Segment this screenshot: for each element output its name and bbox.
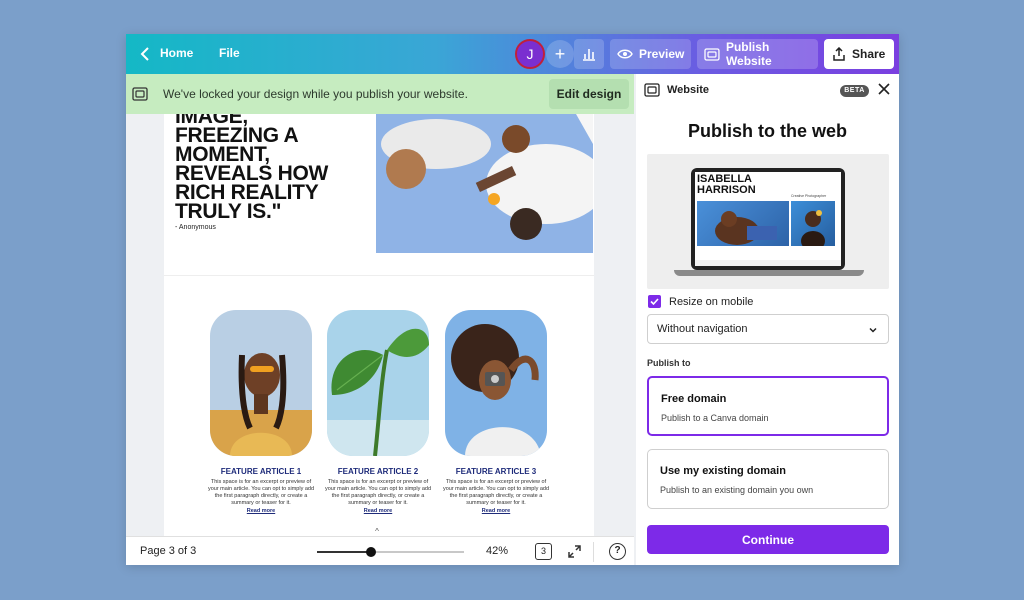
beta-badge: BETA	[840, 85, 869, 97]
preview-site-name: ISABELLA HARRISON	[697, 173, 756, 196]
website-icon	[704, 47, 720, 61]
preview-footer	[695, 260, 841, 266]
publish-website-label: Publish Website	[725, 40, 772, 68]
laptop-mockup: ISABELLA HARRISON Creative Photographer	[691, 168, 845, 270]
preview-button[interactable]: Preview	[610, 39, 691, 69]
page-indicator: Page 3 of 3	[140, 545, 197, 557]
preview-site-subtitle: Creative Photographer	[791, 194, 827, 198]
resize-on-mobile-option[interactable]: Resize on mobile	[648, 295, 753, 308]
upload-icon	[833, 47, 845, 61]
quote-text: IMAGE, FREEZING A MOMENT, REVEALS HOW RI…	[175, 114, 329, 223]
bottom-status-bar: Page 3 of 3 42% 3 ?	[126, 536, 634, 565]
feature-card-description: This space is for an excerpt or preview …	[207, 479, 315, 506]
zoom-slider[interactable]	[317, 547, 464, 557]
option-subtitle: Publish to an existing domain you own	[660, 485, 814, 495]
preview-label: Preview	[639, 47, 685, 61]
feature-card-image	[327, 310, 429, 456]
existing-domain-option[interactable]: Use my existing domain Publish to an exi…	[647, 449, 889, 509]
insights-button[interactable]	[574, 39, 604, 69]
website-icon	[644, 83, 660, 97]
feature-card-image	[210, 310, 312, 456]
zoom-slider-fill	[317, 551, 372, 553]
preview-photo	[697, 201, 789, 246]
resize-checkbox[interactable]	[648, 295, 661, 308]
feature-card-title: FEATURE ARTICLE 3	[455, 467, 537, 476]
canva-editor-window: Home File J + Preview Publish Website Sh…	[126, 34, 899, 565]
laptop-base	[674, 270, 864, 276]
navigation-value: Without navigation	[657, 323, 748, 335]
share-button[interactable]: Share	[824, 39, 894, 69]
share-label: Share	[852, 47, 886, 61]
publish-side-panel: Website BETA Publish to the web ISABELLA…	[636, 74, 899, 565]
feature-card-title: FEATURE ARTICLE 1	[220, 467, 302, 476]
back-chevron-icon[interactable]	[136, 44, 156, 64]
option-title: Use my existing domain	[660, 465, 786, 477]
option-subtitle: Publish to a Canva domain	[661, 413, 769, 423]
design-canvas: IMAGE, FREEZING A MOMENT, REVEALS HOW RI…	[126, 114, 634, 536]
feature-card-description: This space is for an excerpt or preview …	[442, 479, 550, 506]
locked-message: We've locked your design while you publi…	[163, 87, 468, 101]
fullscreen-icon[interactable]	[567, 544, 582, 559]
toolbar-separator	[593, 542, 594, 562]
zoom-slider-thumb[interactable]	[366, 547, 377, 557]
preview-photo	[791, 201, 835, 251]
continue-button[interactable]: Continue	[647, 525, 889, 554]
hero-photo	[376, 114, 593, 253]
navigation-select[interactable]: Without navigation	[647, 314, 889, 344]
checkmark-icon	[650, 298, 659, 306]
user-avatar[interactable]: J	[515, 39, 545, 69]
feature-card-read-more[interactable]: Read more	[324, 508, 432, 514]
feature-card-read-more[interactable]: Read more	[442, 508, 550, 514]
locked-design-banner: We've locked your design while you publi…	[126, 74, 634, 114]
feature-card-description: This space is for an excerpt or preview …	[324, 479, 432, 506]
quote-author: - Anonymous	[175, 224, 216, 231]
panel-heading: Publish to the web	[687, 121, 847, 141]
resize-label: Resize on mobile	[669, 295, 754, 308]
website-preview-thumbnail: ISABELLA HARRISON Creative Photographer	[647, 154, 889, 289]
add-collaborator-button[interactable]: +	[546, 40, 574, 68]
feature-card-image	[445, 310, 547, 456]
close-icon[interactable]	[877, 82, 891, 96]
publish-to-label: Publish to	[647, 358, 691, 368]
page-count-button[interactable]: 3	[535, 543, 552, 560]
top-toolbar: Home File J + Preview Publish Website Sh…	[126, 34, 899, 74]
feature-card-title: FEATURE ARTICLE 2	[337, 467, 419, 476]
feature-card-read-more[interactable]: Read more	[207, 508, 315, 514]
design-page: IMAGE, FREEZING A MOMENT, REVEALS HOW RI…	[164, 114, 594, 536]
home-button[interactable]: Home	[160, 46, 193, 60]
zoom-level[interactable]: 42%	[486, 545, 508, 557]
free-domain-option[interactable]: Free domain Publish to a Canva domain	[647, 376, 889, 436]
chevron-down-icon	[869, 327, 877, 333]
section-divider	[164, 275, 594, 276]
eye-icon	[617, 49, 633, 59]
edit-design-button[interactable]: Edit design	[549, 79, 629, 109]
file-menu-button[interactable]: File	[219, 46, 240, 60]
option-title: Free domain	[661, 393, 727, 405]
publish-website-button[interactable]: Publish Website	[697, 39, 818, 69]
bar-chart-icon	[583, 49, 595, 61]
panel-title: Website	[667, 84, 709, 96]
collapse-pages-button[interactable]: ^	[347, 527, 407, 536]
website-icon	[132, 87, 148, 101]
help-button[interactable]: ?	[609, 543, 626, 560]
